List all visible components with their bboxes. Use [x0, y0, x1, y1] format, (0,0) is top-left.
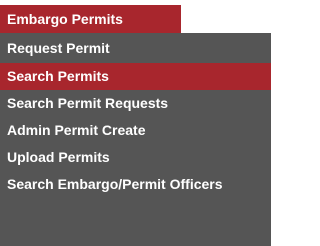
menu-header-embargo-permits[interactable]: Embargo Permits: [0, 5, 184, 33]
menu-item-admin-permit-create[interactable]: Admin Permit Create: [0, 117, 271, 144]
menu-item-search-permit-requests[interactable]: Search Permit Requests: [0, 90, 271, 117]
menu-item-search-permits[interactable]: Search Permits: [0, 63, 271, 90]
menu-body: Request Permit Search Permits Search Per…: [0, 33, 271, 246]
menu-item-search-embargo-permit-officers[interactable]: Search Embargo/Permit Officers: [0, 171, 271, 192]
embargo-permits-menu: Embargo Permits Request Permit Search Pe…: [0, 0, 271, 246]
menu-item-request-permit[interactable]: Request Permit: [0, 35, 271, 62]
menu-item-upload-permits[interactable]: Upload Permits: [0, 144, 271, 171]
